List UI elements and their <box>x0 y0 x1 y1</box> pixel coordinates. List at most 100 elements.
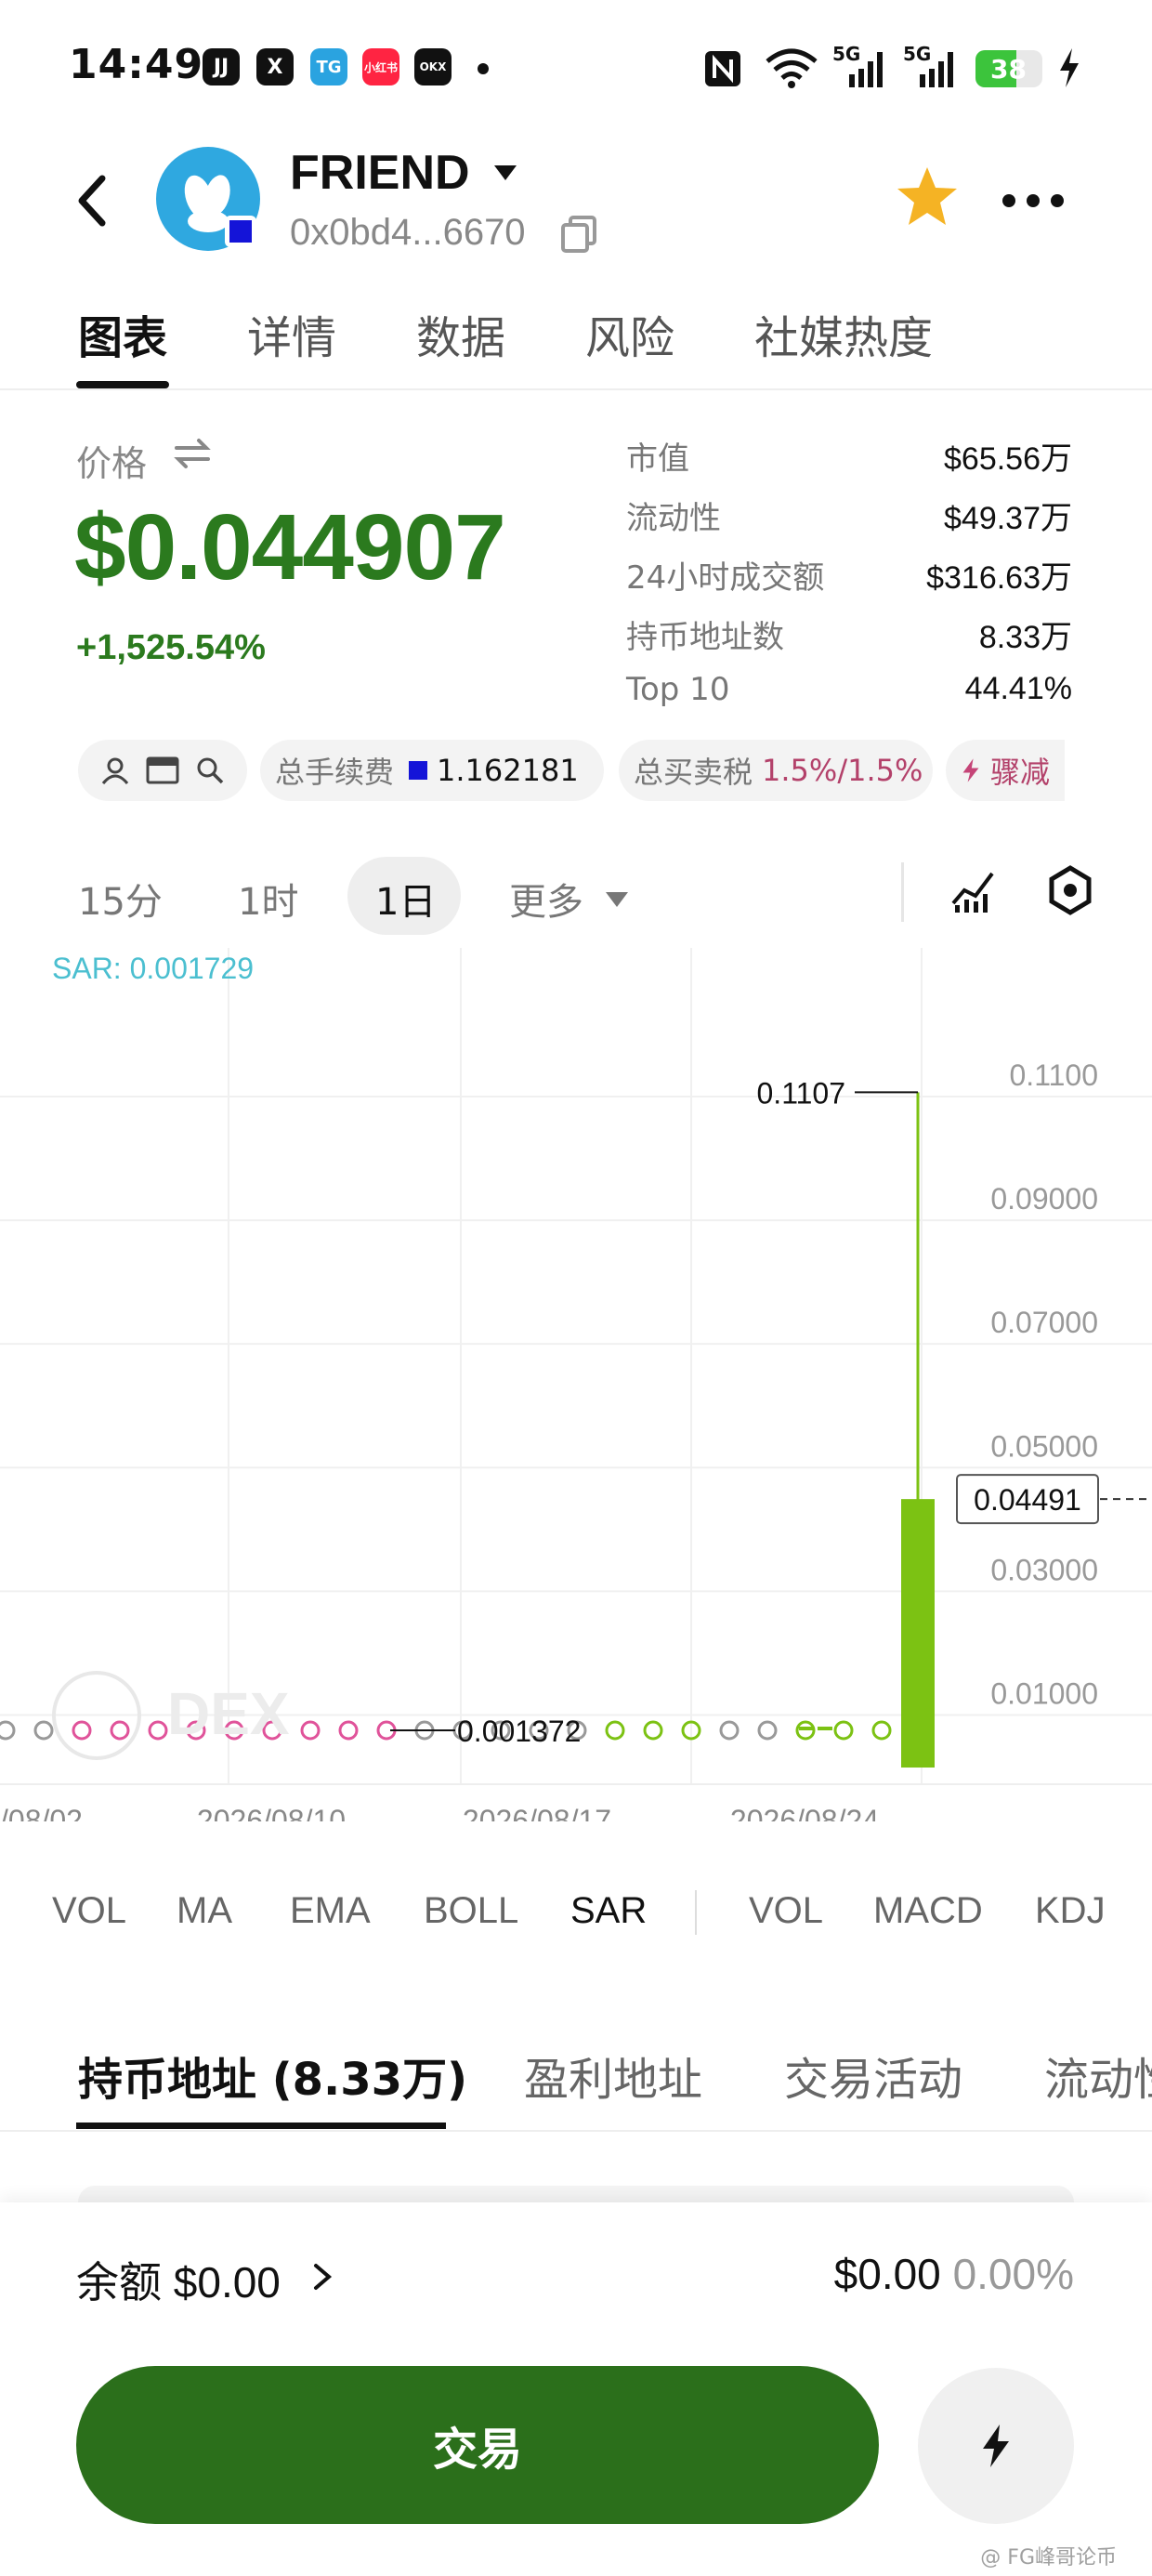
burn-chip[interactable]: 骤减 <box>946 740 1065 801</box>
sar-point <box>300 1720 321 1741</box>
x-tick-label: /08/02 <box>0 1804 83 1821</box>
star-icon[interactable] <box>894 164 961 230</box>
sar-indicator-label: SAR: 0.001729 <box>52 952 255 985</box>
lightning-icon <box>962 758 979 782</box>
interval-1d[interactable]: 1日 <box>375 872 436 926</box>
price-label: 价格 <box>76 443 148 484</box>
current-price-label: 0.04491 <box>974 1483 1081 1517</box>
sar-point <box>719 1720 740 1741</box>
y-tick-label: 0.1100 <box>1010 1058 1099 1092</box>
stat-label-market-cap: 市值 <box>626 440 689 478</box>
signal-5g-icon-1: 5G <box>832 43 888 89</box>
indicator-boll[interactable]: BOLL <box>424 1890 518 1932</box>
okx-icon: OKX <box>414 48 452 85</box>
tab-holders[interactable]: 持币地址 (8.33万) <box>78 2043 467 2108</box>
indicator-sub-vol[interactable]: VOL <box>749 1890 823 1932</box>
sar-point <box>110 1720 130 1741</box>
indicator-macd[interactable]: MACD <box>873 1890 983 1932</box>
tabs-divider <box>0 388 1152 390</box>
settings-hexagon-icon[interactable] <box>1044 864 1096 916</box>
x-app-icon: X <box>256 48 294 85</box>
tab-details[interactable]: 详情 <box>247 301 336 366</box>
sar-point <box>0 1720 16 1741</box>
price-value: $0.044907 <box>74 495 506 599</box>
tab-underline <box>76 381 169 388</box>
more-caret-icon[interactable] <box>606 892 628 907</box>
wifi-icon <box>766 48 818 88</box>
low-price-label: 0.001372 <box>457 1715 581 1748</box>
high-price-label: 0.1107 <box>757 1076 846 1110</box>
interval-1h[interactable]: 1时 <box>238 872 298 926</box>
price-chart[interactable]: 0.1100 0.09000 0.07000 0.05000 0.03000 0.0100… <box>0 948 1152 1821</box>
browser-icon[interactable] <box>146 756 179 784</box>
swap-icon[interactable] <box>173 437 212 470</box>
status-time: 14:49 <box>69 41 204 88</box>
stat-label-liquidity: 流动性 <box>626 500 721 537</box>
indicator-separator <box>695 1890 697 1935</box>
interval-more[interactable]: 更多 <box>509 872 583 926</box>
chart-watermark: DEX <box>167 1680 290 1747</box>
more-notifications-dot <box>478 63 489 74</box>
dropdown-caret-icon[interactable] <box>494 165 517 180</box>
quick-trade-button[interactable] <box>918 2368 1074 2524</box>
indicator-ema[interactable]: EMA <box>290 1890 371 1932</box>
y-tick-label: 0.01000 <box>990 1676 1098 1710</box>
tab-risk[interactable]: 风险 <box>585 301 674 366</box>
tab-liquidity[interactable]: 流动性 <box>1044 2043 1152 2108</box>
candle <box>799 1727 814 1730</box>
x-tick-label: 2026/08/24 <box>730 1804 879 1821</box>
xiaohongshu-icon: 小红书 <box>362 48 399 85</box>
indicator-toggle-icon[interactable] <box>948 864 1000 916</box>
stat-value-liquidity: $49.37万 <box>944 501 1072 536</box>
stat-label-volume: 24小时成交额 <box>626 559 825 597</box>
charging-icon <box>1060 48 1079 87</box>
total-fee-chip[interactable]: 总手续费 1.162181 <box>260 740 604 801</box>
token-address: 0x0bd4...6670 <box>290 212 526 253</box>
nfc-icon <box>705 51 740 86</box>
sar-point <box>72 1720 92 1741</box>
position-value: $0.00 0.00% <box>833 2250 1074 2298</box>
chevron-right-icon[interactable] <box>310 2258 334 2295</box>
copy-icon[interactable] <box>559 214 598 255</box>
tax-chip[interactable]: 总买卖税 1.5%/1.5% <box>619 740 933 801</box>
indicator-vol[interactable]: VOL <box>52 1890 126 1932</box>
tab-profitable[interactable]: 盈利地址 <box>524 2043 702 2108</box>
token-name[interactable]: FRIEND <box>290 145 470 201</box>
interval-15m[interactable]: 15分 <box>78 872 163 926</box>
tab-data[interactable]: 数据 <box>416 301 505 366</box>
y-tick-label: 0.07000 <box>990 1306 1098 1339</box>
app-notification-icon: JJ <box>203 48 240 85</box>
tab-social[interactable]: 社媒热度 <box>754 301 933 366</box>
stat-label-holders: 持币地址数 <box>626 619 784 656</box>
candle <box>818 1727 832 1730</box>
x-tick-label: 2026/08/10 <box>197 1804 346 1821</box>
sar-point <box>148 1720 168 1741</box>
x-tick-label: 2026/08/17 <box>463 1804 611 1821</box>
balance-label[interactable]: 余额 $0.00 <box>76 2249 281 2310</box>
back-arrow-icon[interactable] <box>74 173 108 229</box>
stat-label-top10: Top 10 <box>626 671 730 708</box>
indicator-kdj[interactable]: KDJ <box>1035 1890 1106 1932</box>
indicator-sar[interactable]: SAR <box>570 1890 647 1932</box>
more-icon[interactable] <box>1000 191 1067 210</box>
lightning-icon <box>983 2425 1009 2467</box>
chain-square-icon <box>409 761 428 780</box>
tab-chart[interactable]: 图表 <box>78 301 167 366</box>
trade-button[interactable]: 交易 <box>76 2366 879 2524</box>
sar-point <box>33 1720 54 1741</box>
toolbar-separator <box>901 862 904 922</box>
bottom-tab-underline <box>76 2123 446 2129</box>
y-tick-label: 0.05000 <box>990 1429 1098 1463</box>
signal-5g-icon-2: 5G <box>903 43 959 89</box>
indicator-ma[interactable]: MA <box>177 1890 232 1932</box>
sar-point <box>643 1720 663 1741</box>
sar-point <box>338 1720 359 1741</box>
chain-badge-icon <box>225 216 256 247</box>
telegram-icon: TG <box>310 48 347 85</box>
search-icon[interactable] <box>195 756 225 785</box>
user-icon[interactable] <box>100 756 130 785</box>
price-change: +1,525.54% <box>76 628 266 667</box>
y-tick-label: 0.09000 <box>990 1182 1098 1216</box>
tab-activity[interactable]: 交易活动 <box>784 2043 962 2108</box>
quick-tools-chip[interactable] <box>78 740 247 801</box>
